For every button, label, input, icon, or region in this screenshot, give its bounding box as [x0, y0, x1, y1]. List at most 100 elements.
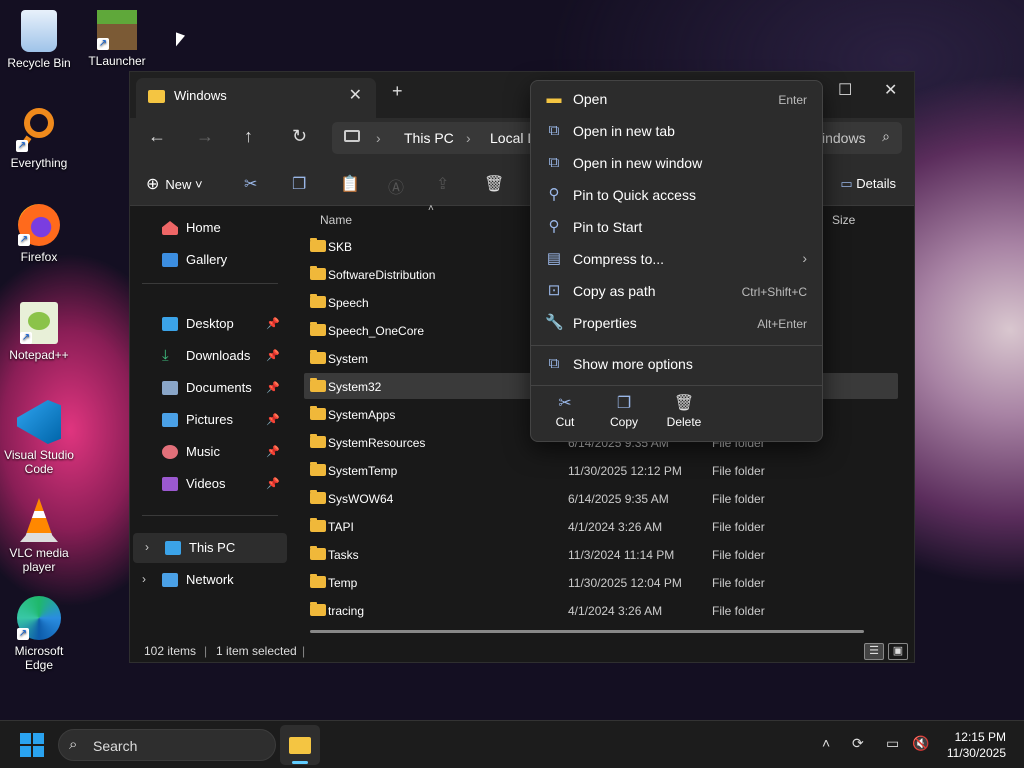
nav-label: Gallery: [186, 252, 228, 267]
menu-item-open[interactable]: ▬ Open Enter: [537, 85, 817, 115]
network-icon[interactable]: ▭: [886, 735, 899, 752]
start-button[interactable]: [20, 733, 44, 757]
column-header-size[interactable]: Size: [832, 213, 855, 227]
share-icon[interactable]: ⇪: [436, 174, 449, 194]
tiles-view-icon[interactable]: ▣: [888, 643, 908, 660]
taskbar-search[interactable]: ⌕ Search: [58, 729, 276, 761]
menu-item-properties[interactable]: 🔧 Properties Alt+Enter: [537, 309, 817, 339]
desktop-icon-label: Everything: [10, 156, 68, 170]
menu-item-show-more[interactable]: ⧉ Show more options: [537, 350, 817, 380]
menu-item-compress[interactable]: ▤ Compress to... ›: [537, 245, 817, 275]
delete-icon[interactable]: 🗑: [484, 174, 504, 194]
new-tab-button[interactable]: +: [392, 81, 403, 102]
update-icon[interactable]: ⟳: [852, 735, 864, 752]
menu-item-open-new-tab[interactable]: ⧉ Open in new tab: [537, 117, 817, 147]
nav-item-downloads[interactable]: ⤓ Downloads 📌: [130, 341, 288, 371]
nav-item-gallery[interactable]: Gallery: [130, 245, 288, 275]
pin-icon[interactable]: 📌: [266, 381, 280, 394]
taskbar-file-explorer[interactable]: [280, 725, 320, 765]
desktop-icon-tlauncher[interactable]: ↗ TLauncher: [78, 10, 156, 68]
file-name: SKB: [328, 240, 353, 254]
status-bar: 102 items | 1 item selected | ☰ ▣: [130, 640, 914, 662]
pin-icon[interactable]: 📌: [266, 445, 280, 458]
details-view-icon[interactable]: ☰: [864, 643, 884, 660]
menu-item-copy-path[interactable]: ⊡ Copy as path Ctrl+Shift+C: [537, 277, 817, 307]
nav-item-pictures[interactable]: Pictures 📌: [130, 405, 288, 435]
nav-item-documents[interactable]: Documents 📌: [130, 373, 288, 403]
nav-item-music[interactable]: Music 📌: [130, 437, 288, 467]
table-row[interactable]: SystemTemp 11/30/2025 12:12 PM File folder: [304, 457, 898, 483]
details-button[interactable]: ▭ Details: [840, 176, 896, 192]
folder-icon: [310, 602, 326, 616]
active-indicator: [292, 761, 308, 764]
desktop-icon-everything[interactable]: ↗ Everything: [0, 106, 78, 170]
pin-icon[interactable]: 📌: [266, 349, 280, 362]
menu-item-open-new-window[interactable]: ⧉ Open in new window: [537, 149, 817, 179]
menu-item-pin-start[interactable]: ⚲ Pin to Start: [537, 213, 817, 243]
new-button-label: New: [165, 177, 192, 192]
desktop-icon-vscode[interactable]: Visual Studio Code: [0, 400, 78, 476]
quick-action-delete[interactable]: 🗑 Delete: [659, 393, 709, 429]
navigation-pane: Home Gallery Desktop 📌 ⤓ Downloads 📌 Docume…: [130, 207, 290, 647]
horizontal-scrollbar[interactable]: [310, 630, 864, 633]
menu-item-pin-quick-access[interactable]: ⚲ Pin to Quick access: [537, 181, 817, 211]
shortcut-arrow-icon: ↗: [97, 38, 109, 50]
nav-item-network[interactable]: › Network: [130, 565, 288, 595]
desktop-icon: [162, 317, 178, 331]
menu-divider: [531, 385, 822, 386]
desktop-icon-edge[interactable]: ↗ Microsoft Edge: [0, 596, 78, 672]
desktop-icon-notepadpp[interactable]: ↗ Notepad++: [0, 302, 78, 362]
quick-action-cut[interactable]: ✂ Cut: [540, 393, 590, 429]
table-row[interactable]: TAPI 4/1/2024 3:26 AM File folder: [304, 513, 898, 539]
table-row[interactable]: tracing 4/1/2024 3:26 AM File folder: [304, 597, 898, 623]
quick-action-copy[interactable]: ❐ Copy: [599, 393, 649, 429]
column-header-name[interactable]: Name: [320, 213, 352, 227]
rename-icon[interactable]: Ⓐ: [388, 174, 404, 198]
maximize-button[interactable]: ☐: [838, 80, 852, 100]
pin-icon[interactable]: 📌: [266, 413, 280, 426]
close-window-button[interactable]: ✕: [884, 80, 897, 100]
menu-label: Open: [573, 91, 608, 107]
desktop-icon-firefox[interactable]: ↗ Firefox: [0, 204, 78, 264]
table-row[interactable]: Tasks 11/3/2024 11:14 PM File folder: [304, 541, 898, 567]
vlc-icon: [20, 498, 58, 542]
nav-item-desktop[interactable]: Desktop 📌: [130, 309, 288, 339]
nav-item-this-pc[interactable]: › This PC: [133, 533, 287, 563]
up-button[interactable]: ↑: [244, 126, 253, 147]
back-button[interactable]: ←: [148, 126, 166, 147]
pin-icon: ⚲: [548, 186, 560, 203]
table-row[interactable]: Temp 11/30/2025 12:04 PM File folder: [304, 569, 898, 595]
nav-item-home[interactable]: Home: [130, 213, 288, 243]
cut-icon[interactable]: ✂: [244, 174, 257, 194]
pictures-icon: [162, 413, 178, 427]
forward-button[interactable]: →: [196, 126, 214, 147]
breadcrumb-this-pc[interactable]: This PC: [404, 130, 454, 146]
quick-action-label: Cut: [555, 415, 575, 429]
clock-time: 12:15 PM: [954, 730, 1006, 744]
tab-close-icon[interactable]: ✕: [349, 85, 362, 105]
volume-muted-icon[interactable]: 🔇: [912, 735, 929, 752]
show-hidden-icons-icon[interactable]: ˄: [822, 735, 830, 751]
copy-icon[interactable]: ❐: [292, 174, 306, 194]
clock[interactable]: 12:15 PM 11/30/2025: [947, 729, 1006, 761]
refresh-button[interactable]: ↻: [292, 126, 307, 147]
pin-icon[interactable]: 📌: [266, 317, 280, 330]
chevron-right-icon[interactable]: ›: [145, 540, 149, 554]
new-button[interactable]: ⊕ New ˅: [146, 174, 203, 194]
menu-label: Properties: [573, 315, 637, 331]
desktop-icon-vlc[interactable]: VLC media player: [0, 498, 78, 574]
file-type: File folder: [712, 492, 765, 506]
pin-icon[interactable]: 📌: [266, 477, 280, 490]
paste-icon[interactable]: 📋: [340, 174, 360, 194]
chevron-right-icon[interactable]: ›: [142, 572, 146, 586]
tlauncher-icon: ↗: [97, 10, 137, 50]
status-separator: |: [302, 644, 306, 658]
nav-item-videos[interactable]: Videos 📌: [130, 469, 288, 499]
nav-label: This PC: [189, 540, 236, 555]
desktop-icon-recycle-bin[interactable]: Recycle Bin: [0, 10, 78, 70]
tab-windows[interactable]: Windows ✕: [136, 78, 376, 118]
tab-title: Windows: [174, 88, 227, 103]
file-type: File folder: [712, 520, 765, 534]
table-row[interactable]: SysWOW64 6/14/2025 9:35 AM File folder: [304, 485, 898, 511]
nav-label: Music: [186, 444, 220, 459]
